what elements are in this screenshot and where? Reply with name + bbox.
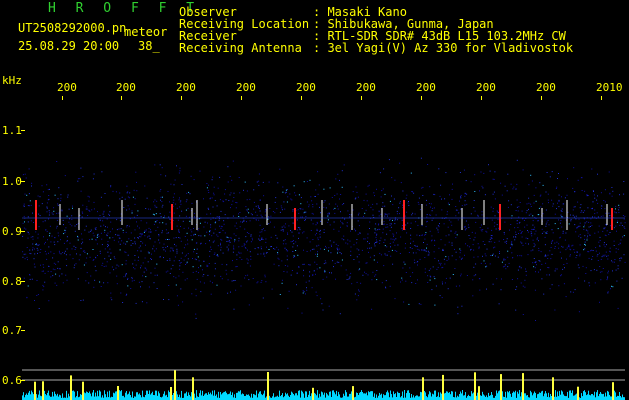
x-tick-3: 200 xyxy=(236,81,256,94)
antenna-label: Receiving Antenna xyxy=(179,41,302,55)
y-tick-1-1: 1.1 xyxy=(2,124,22,137)
x-tick-mark xyxy=(241,96,242,100)
y-tick-0-9: 0.9 xyxy=(2,225,22,238)
meteor-count: 38_ xyxy=(138,39,160,53)
x-tick-mark xyxy=(361,96,362,100)
x-tick-6: 200 xyxy=(416,81,436,94)
x-tick-7: 200 xyxy=(476,81,496,94)
x-tick-mark xyxy=(481,96,482,100)
y-tick-0-7: 0.7 xyxy=(2,324,22,337)
y-tick-0-8: 0.8 xyxy=(2,275,22,288)
x-tick-mark xyxy=(541,96,542,100)
antenna-value: : 3el Yagi(V) Az 330 for Vladivostok xyxy=(313,41,574,55)
x-tick-mark xyxy=(421,96,422,100)
station-code: H R O F F T xyxy=(48,1,201,16)
spectrogram xyxy=(22,157,626,400)
x-tick-mark xyxy=(121,96,122,100)
x-tick-mark xyxy=(62,96,63,100)
y-tick-1-0: 1.0 xyxy=(2,175,22,188)
y-unit-label: kHz xyxy=(2,74,22,87)
y-tick-mark xyxy=(21,330,25,331)
x-tick-9: 2010 xyxy=(596,81,623,94)
y-tick-0-6: 0.6 xyxy=(2,374,22,387)
x-tick-5: 200 xyxy=(356,81,376,94)
x-tick-mark xyxy=(301,96,302,100)
noise-band xyxy=(22,157,626,321)
x-tick-1: 200 xyxy=(116,81,136,94)
y-tick-mark xyxy=(21,281,25,282)
signal-meter xyxy=(22,370,625,400)
mode-label: meteor xyxy=(124,25,168,39)
y-tick-mark xyxy=(21,231,25,232)
y-tick-mark xyxy=(21,181,25,182)
datetime: 25.08.29 20:00 xyxy=(18,39,120,53)
filename: UT2508292000.pn xyxy=(18,21,127,35)
x-tick-4: 200 xyxy=(296,81,316,94)
x-tick-mark xyxy=(601,96,602,100)
x-tick-0: 200 xyxy=(57,81,77,94)
x-tick-mark xyxy=(181,96,182,100)
x-tick-8: 200 xyxy=(536,81,556,94)
x-tick-2: 200 xyxy=(176,81,196,94)
y-tick-mark xyxy=(21,130,25,131)
y-tick-mark xyxy=(21,380,25,381)
